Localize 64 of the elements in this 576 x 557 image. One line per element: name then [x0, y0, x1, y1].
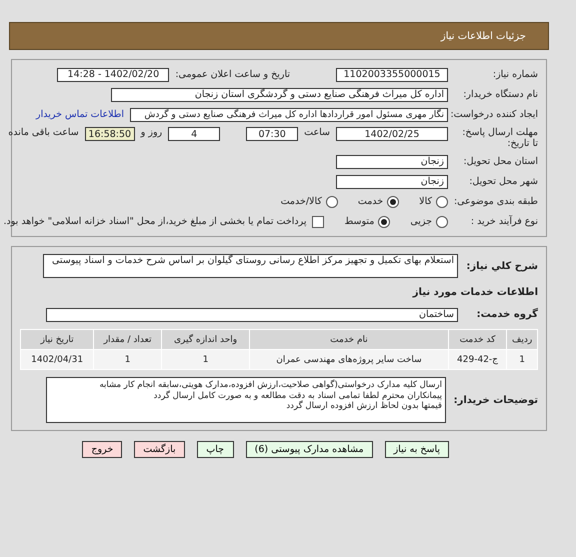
action-button[interactable]: چاپ: [196, 441, 234, 458]
radio-button[interactable]: [436, 196, 448, 208]
requester-field: نگار مهری مسئول امور قراردادها اداره کل میراث فرهنگی صنایع دستی و گردش: [130, 108, 448, 122]
field-label: توضیحات خریدار:: [452, 394, 538, 406]
buyer-field: اداره کل میراث فرهنگی صنایع دستی و گردشگری استان زنجان: [111, 88, 448, 102]
field-label: مهلت ارسال پاسخ: تا تاریخ:: [461, 127, 538, 149]
option-label: کالا/خدمت: [280, 196, 322, 207]
process-option[interactable]: جزیی: [410, 216, 448, 228]
column-header: کد خدمت: [448, 330, 506, 349]
field-label: شرح کلي نیاز:: [465, 260, 538, 272]
radio-button[interactable]: [436, 216, 448, 228]
field-label: شماره نیاز:: [492, 69, 538, 80]
option-label: متوسط: [344, 216, 374, 227]
buyer-notes-field: ارسال کلیه مدارک درخواستی(گواهی صلاحیت،ارزش افزوده،مدارک هویتی،سابقه انجام کار مشابه پیمانکاران محترم لطفا تمامی اسناد به دقت مطالعه و به صورت کامل ارسال گردد قیمتها بدون لحاظ ارزش افزوده ارسال گردد: [46, 377, 446, 423]
action-button[interactable]: خروج: [82, 441, 122, 458]
column-header: واحد اندازه گیری: [162, 330, 250, 349]
table-cell: 1: [94, 350, 161, 369]
column-header: نام خدمت: [250, 330, 448, 349]
category-option[interactable]: خدمت: [358, 196, 400, 208]
category-option[interactable]: کالا/خدمت: [280, 196, 338, 208]
need-number-field: 1102003355000015: [336, 68, 448, 82]
table-cell: ساخت سایر پروژه‌های مهندسی عمران: [250, 350, 448, 369]
action-button[interactable]: پاسخ به نیاز: [384, 441, 449, 458]
remaining-time-field: 16:58:50: [84, 127, 135, 141]
column-header: ردیف: [507, 330, 537, 349]
column-header: تعداد / مقدار: [94, 330, 161, 349]
announce-date-field: 1402/02/20 - 14:28: [57, 68, 170, 82]
radio-button[interactable]: [387, 196, 400, 208]
field-label: شهر محل تحویل:: [468, 176, 538, 187]
table-cell: 1402/04/31: [21, 350, 94, 369]
option-label: جزیی: [410, 216, 432, 227]
days-field: 4: [168, 127, 220, 141]
column-header: تاریخ نیاز: [21, 330, 94, 349]
field-label: نام دستگاه خریدار:: [462, 89, 538, 100]
page-header: جزئيات اطلاعات نياز: [9, 22, 549, 50]
option-label: خدمت: [358, 196, 384, 207]
province-field: زنجان: [336, 154, 448, 168]
field-label: ساعت باقی مانده: [8, 127, 79, 138]
table-cell: ج-42-429: [448, 350, 506, 369]
section-title: اطلاعات خدمات مورد نیاز: [412, 287, 538, 298]
buyer-contact-link[interactable]: اطلاعات تماس خریدار: [36, 109, 124, 120]
deadline-date-field: 1402/02/25: [336, 127, 448, 141]
action-button[interactable]: مشاهده مدارک پیوستی (6): [246, 441, 373, 458]
category-option[interactable]: کالا: [419, 196, 448, 208]
payment-checkbox[interactable]: [312, 216, 324, 228]
action-button[interactable]: بازگشت: [134, 441, 185, 458]
deadline-time-field: 07:30: [246, 127, 298, 141]
option-label: کالا: [419, 196, 432, 207]
city-field: زنجان: [336, 174, 448, 188]
process-option[interactable]: متوسط: [344, 216, 390, 228]
checkbox-label: پرداخت تمام یا بخشی از مبلغ خرید،از محل "اسناد خزانه اسلامی" خواهد بود.: [4, 216, 306, 227]
field-label: استان محل تحویل:: [462, 156, 538, 167]
field-label: گروه خدمت:: [476, 309, 538, 320]
field-label: روز و: [140, 127, 162, 138]
field-label: ایجاد کننده درخواست:: [454, 109, 538, 120]
field-label: ساعت: [304, 127, 330, 138]
table-cell: 1: [162, 350, 250, 369]
field-label: تاریخ و ساعت اعلان عمومی:: [175, 69, 290, 80]
service-group-field: ساختمان: [46, 308, 458, 322]
field-label: نوع فرآیند خرید :: [470, 216, 538, 227]
radio-button[interactable]: [378, 216, 390, 228]
field-label: طبقه بندی موضوعی:: [454, 196, 538, 207]
table-cell: 1: [507, 350, 537, 369]
radio-button[interactable]: [326, 196, 338, 208]
